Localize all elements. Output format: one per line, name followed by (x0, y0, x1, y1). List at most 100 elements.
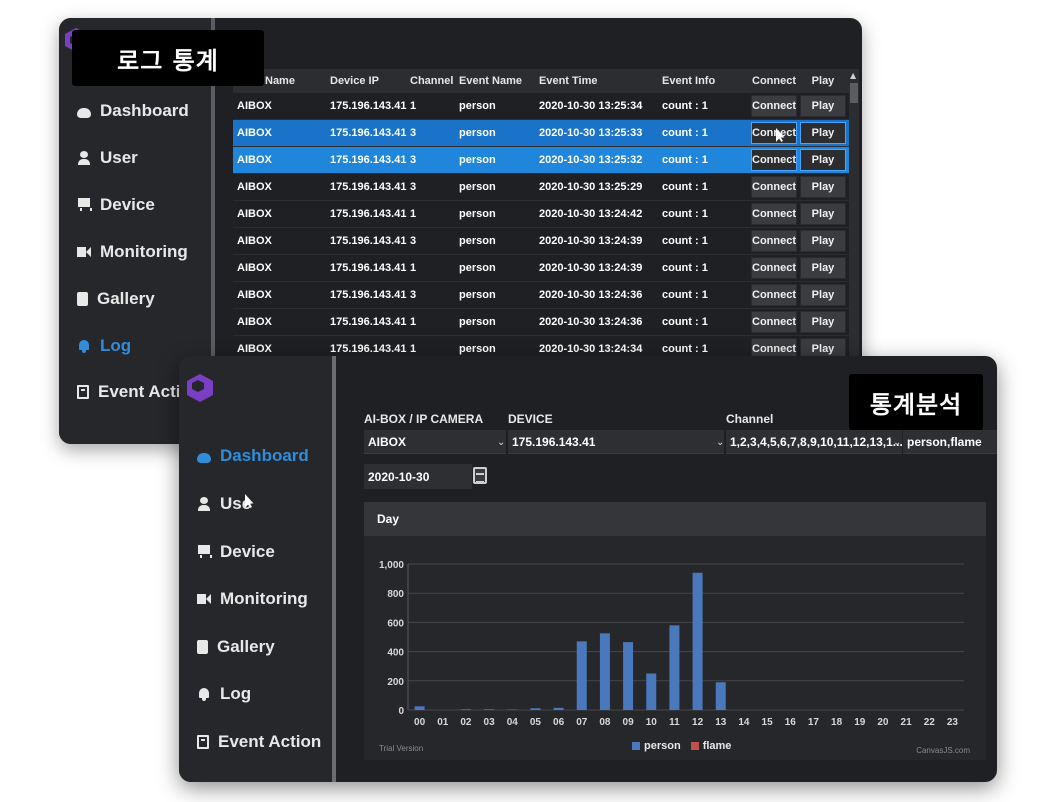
calendar-icon[interactable] (473, 467, 487, 484)
channel-label: Channel (726, 412, 774, 426)
aibox-select[interactable]: AIBOX (364, 430, 506, 454)
table-row[interactable]: AIBOX 175.196.143.41 3 person 2020-10-30 13:… (233, 120, 849, 147)
nav-label: User (100, 148, 138, 167)
play-button[interactable]: Play (800, 257, 846, 279)
nav-dashboard[interactable]: Dashboard (197, 446, 309, 466)
x-tick-label: 12 (692, 717, 704, 728)
bar-person (484, 709, 495, 710)
play-button[interactable]: Play (800, 122, 846, 144)
legend-item-person[interactable]: person (632, 740, 681, 752)
cell-device-ip: 175.196.143.41 (330, 181, 407, 193)
play-button[interactable]: Play (800, 203, 846, 225)
nav-user[interactable]: Use (197, 494, 251, 514)
cell-event-info: count : 1 (662, 208, 708, 220)
play-button[interactable]: Play (800, 95, 846, 117)
nav-label: Dashboard (220, 446, 309, 465)
scroll-up-icon[interactable]: ▲ (850, 71, 856, 80)
nav-label: Log (100, 336, 132, 355)
chevron-down-icon[interactable]: ⌄ (893, 430, 901, 454)
nav-label: Device (100, 195, 155, 214)
connect-button[interactable]: Connect (751, 95, 797, 117)
log-table: Name Device IP Channel Event Name Event … (233, 69, 849, 363)
day-bar-chart: 0 200 400 600 800 1,000 00 01 02 03 04 05 06 07 08 09 10… (379, 560, 964, 728)
connect-button[interactable]: Connect (751, 257, 797, 279)
nav-event-action[interactable]: Event Actio (77, 382, 191, 402)
nav-log[interactable]: Log (77, 336, 131, 356)
table-row[interactable]: AIBOX 175.196.143.41 1 person 2020-10-30 13:… (233, 93, 849, 120)
device-icon (77, 198, 92, 212)
nav-device[interactable]: Device (77, 195, 155, 215)
log-scrollbar[interactable]: ▲ (849, 69, 859, 369)
connect-button[interactable]: Connect (751, 149, 797, 171)
chevron-down-icon[interactable]: ⌄ (497, 430, 505, 454)
cell-event-info: count : 1 (662, 154, 708, 166)
legend-label: person (644, 740, 681, 752)
connect-button[interactable]: Connect (751, 176, 797, 198)
x-tick-label: 20 (877, 717, 889, 728)
stats-analysis-badge: 통계분석 (849, 374, 983, 430)
canvasjs-credit: CanvasJS.com (916, 746, 970, 755)
nav-monitoring[interactable]: Monitoring (77, 242, 188, 262)
channel-select[interactable]: 1,2,3,4,5,6,7,8,9,10,11,12,13,1... (726, 430, 902, 454)
chevron-down-icon[interactable]: ⌄ (716, 430, 724, 454)
x-tick-label: 23 (947, 717, 959, 728)
play-button[interactable]: Play (800, 230, 846, 252)
connect-button[interactable]: Connect (751, 122, 797, 144)
header-event-time[interactable]: Event Time (537, 69, 657, 93)
play-button[interactable]: Play (800, 284, 846, 306)
cell-event-name: person (459, 100, 496, 112)
cell-event-time: 2020-10-30 13:25:29 (539, 181, 643, 193)
bar-person (576, 641, 587, 710)
legend-item-flame[interactable]: flame (690, 740, 732, 752)
nav-log[interactable]: Log (197, 684, 251, 704)
scroll-thumb[interactable] (850, 83, 858, 103)
nav-user[interactable]: User (77, 148, 138, 168)
legend-label: flame (702, 740, 732, 752)
header-device-ip[interactable]: Device IP (328, 69, 406, 93)
connect-button[interactable]: Connect (751, 284, 797, 306)
device-select[interactable]: 175.196.143.41 (508, 430, 724, 454)
video-camera-icon (77, 245, 91, 259)
cell-event-name: person (459, 181, 496, 193)
bar-person (715, 682, 726, 710)
connect-button[interactable]: Connect (751, 311, 797, 333)
nav-monitoring[interactable]: Monitoring (197, 589, 308, 609)
cell-event-name: person (459, 127, 496, 139)
nav-gallery[interactable]: Gallery (77, 289, 155, 309)
table-row[interactable]: AIBOX 175.196.143.41 1 person 2020-10-30 13:… (233, 201, 849, 228)
play-button[interactable]: Play (800, 149, 846, 171)
connect-button[interactable]: Connect (751, 203, 797, 225)
header-event-info[interactable]: Event Info (660, 69, 748, 93)
user-icon (197, 497, 211, 511)
y-tick-label: 400 (387, 648, 404, 659)
header-play: Play (811, 75, 835, 87)
header-event-name[interactable]: Event Name (457, 69, 535, 93)
x-tick-label: 21 (901, 717, 913, 728)
list-icon (197, 735, 209, 749)
table-row[interactable]: AIBOX 175.196.143.41 3 person 2020-10-30 13:… (233, 228, 849, 255)
table-row[interactable]: AIBOX 175.196.143.41 3 person 2020-10-30 13:… (233, 147, 849, 174)
play-button[interactable]: Play (800, 176, 846, 198)
cell-event-time: 2020-10-30 13:24:42 (539, 208, 643, 220)
cell-event-time: 2020-10-30 13:24:39 (539, 262, 643, 274)
connect-button[interactable]: Connect (751, 230, 797, 252)
date-input[interactable]: 2020-10-30 (364, 464, 472, 489)
table-row[interactable]: AIBOX 175.196.143.41 3 person 2020-10-30 13:… (233, 174, 849, 201)
nav-device[interactable]: Device (197, 542, 275, 562)
x-tick-label: 11 (669, 717, 680, 728)
trial-version-label: Trial Version (379, 744, 424, 753)
y-tick-label: 1,000 (379, 560, 404, 571)
nav-gallery[interactable]: Gallery (197, 637, 275, 657)
play-button[interactable]: Play (800, 311, 846, 333)
nav-dashboard[interactable]: Dashboard (77, 101, 189, 121)
nav-label: Gallery (97, 289, 155, 308)
x-tick-label: 15 (762, 717, 774, 728)
cloud-icon (197, 452, 211, 463)
table-row[interactable]: AIBOX 175.196.143.41 1 person 2020-10-30 13:… (233, 255, 849, 282)
nav-event-action[interactable]: Event Action (197, 732, 321, 752)
header-channel[interactable]: Channel (408, 69, 454, 93)
event-select[interactable]: person,flame (903, 430, 997, 454)
table-row[interactable]: AIBOX 175.196.143.41 3 person 2020-10-30 13:… (233, 282, 849, 309)
cell-event-info: count : 1 (662, 127, 708, 139)
table-row[interactable]: AIBOX 175.196.143.41 1 person 2020-10-30 13:… (233, 309, 849, 336)
